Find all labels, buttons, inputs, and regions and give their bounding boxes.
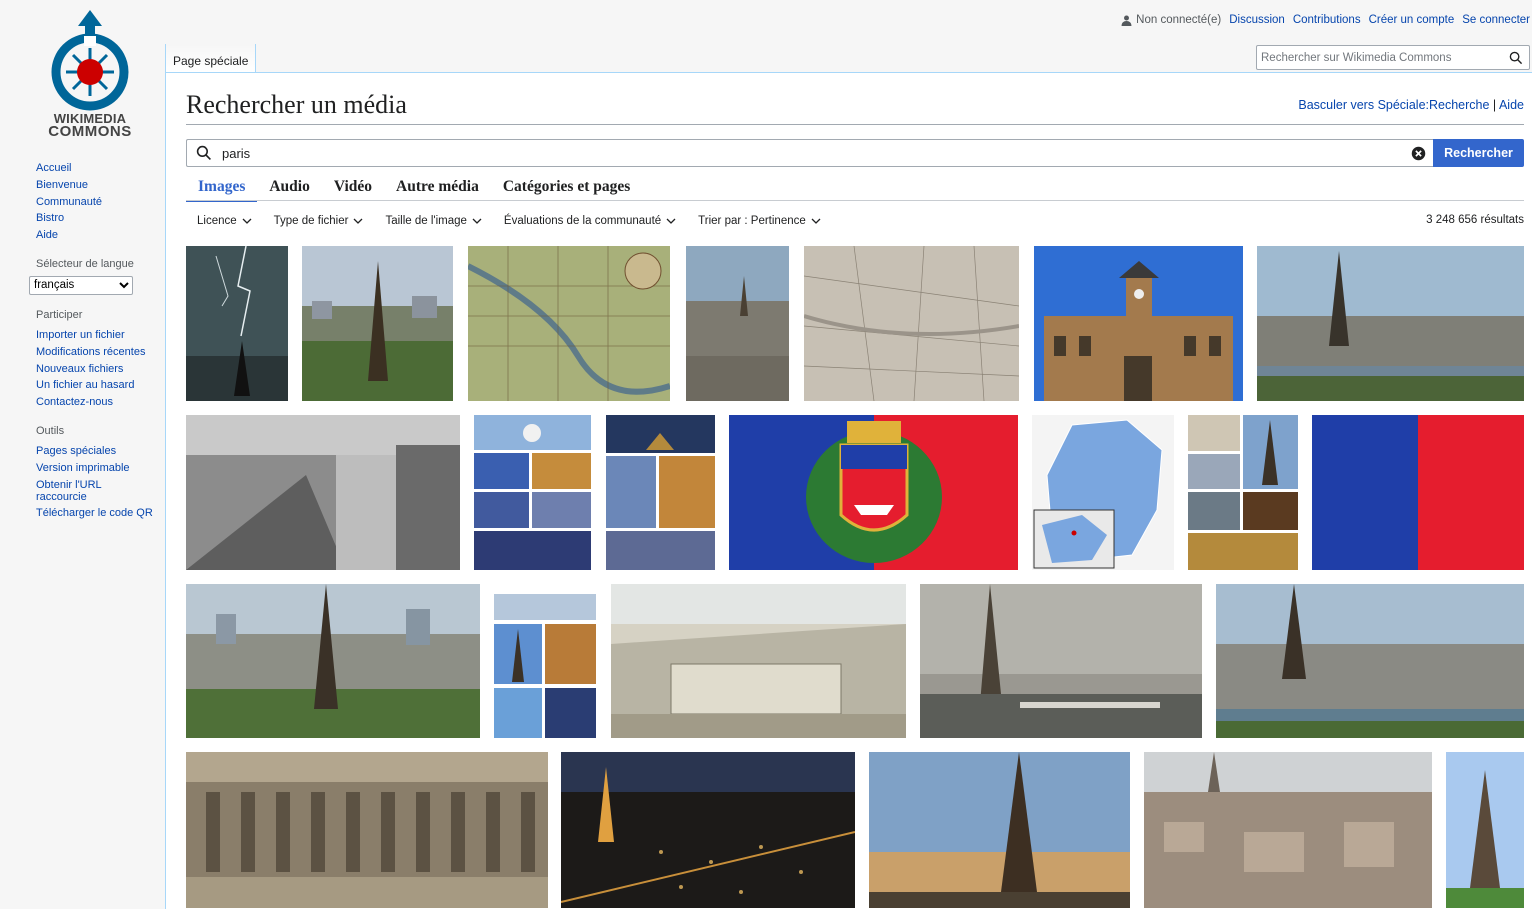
results-count: 3 248 656 résultats — [1426, 214, 1524, 226]
chevron-down-icon — [242, 218, 252, 224]
thumbnail-collage-sacre-coeur[interactable] — [474, 415, 591, 570]
sidebar-participate: Importer un fichier Modifications récent… — [36, 327, 165, 411]
thumbnail-old-street-bw[interactable] — [186, 415, 460, 570]
sidebar-item-qr-code[interactable]: Télécharger le code QR — [36, 505, 154, 522]
thumbnail-eiffel-panorama[interactable] — [1257, 246, 1524, 401]
filter-file-type[interactable]: Type de fichier — [263, 212, 375, 230]
sidebar-tools: Pages spéciales Version imprimable Obten… — [36, 443, 154, 521]
sidebar-item-upload[interactable]: Importer un fichier — [36, 327, 165, 344]
personal-tools: Non connecté(e) Discussion Contributions… — [1121, 13, 1530, 27]
thumbnail-eiffel-cloudy[interactable] — [920, 584, 1202, 738]
sidebar-item-recent-changes[interactable]: Modifications récentes — [36, 344, 165, 361]
commons-logo-icon — [51, 10, 129, 111]
chevron-down-icon — [666, 218, 676, 224]
language-select[interactable]: français — [29, 275, 133, 295]
thumbnail-lightning-eiffel[interactable] — [186, 246, 288, 401]
thumbnail-town-hall[interactable] — [1034, 246, 1243, 401]
search-button[interactable]: Rechercher — [1433, 139, 1524, 167]
logo-wordmark-line2: COMMONS — [48, 123, 132, 140]
sidebar-item-new-files[interactable]: Nouveaux fichiers — [36, 361, 165, 378]
header-search-input[interactable] — [1257, 50, 1509, 65]
filter-sort[interactable]: Trier par : Pertinence — [687, 212, 832, 230]
chevron-down-icon — [811, 218, 821, 224]
sidebar-navigation: Accueil Bienvenue Communauté Bistro Aide — [36, 160, 165, 244]
filter-image-size[interactable]: Taille de l'image — [374, 212, 492, 230]
tab-audio[interactable]: Audio — [257, 176, 322, 200]
thumbnail-collage-arc[interactable] — [1188, 415, 1298, 570]
filter-community-ratings[interactable]: Évaluations de la communauté — [493, 212, 687, 230]
user-status: Non connecté(e) — [1121, 14, 1221, 26]
not-logged-in-label: Non connecté(e) — [1136, 14, 1222, 26]
chevron-down-icon — [472, 218, 482, 224]
contributions-link[interactable]: Contributions — [1293, 14, 1361, 26]
filter-license[interactable]: Licence — [186, 212, 263, 230]
tab-other-media[interactable]: Autre média — [384, 176, 491, 200]
media-type-tabs: Images Audio Vidéo Autre média Catégorie… — [186, 176, 642, 202]
help-link[interactable]: Aide — [1499, 98, 1524, 112]
header-search — [1256, 45, 1530, 70]
media-search-input[interactable] — [220, 144, 1411, 162]
indicator-separator: | — [1489, 98, 1499, 112]
login-link[interactable]: Se connecter — [1462, 14, 1530, 26]
thumbnail-collage-skyline[interactable] — [494, 584, 596, 738]
sidebar-item-bistro[interactable]: Bistro — [36, 210, 165, 227]
search-filters: Licence Type de fichier Taille de l'imag… — [186, 212, 832, 230]
sidebar-item-communaute[interactable]: Communauté — [36, 194, 165, 211]
tools-heading: Outils — [36, 424, 65, 437]
thumbnail-flag-blue-red[interactable] — [1312, 415, 1524, 570]
thumbnail-flag-coat-of-arms[interactable] — [729, 415, 1018, 570]
sidebar-item-bienvenue[interactable]: Bienvenue — [36, 177, 165, 194]
user-icon — [1121, 15, 1132, 26]
thumbnail-paris-aerial[interactable] — [686, 246, 789, 401]
sidebar-item-aide[interactable]: Aide — [36, 227, 165, 244]
title-divider — [186, 124, 1524, 125]
search-icon[interactable] — [1509, 51, 1523, 65]
thumbnail-paris-night[interactable] — [561, 752, 855, 908]
sidebar-item-short-url[interactable]: Obtenir l'URL raccourcie — [36, 479, 154, 503]
chevron-down-icon — [353, 218, 363, 224]
thumbnail-paris-aerial-haze[interactable] — [1144, 752, 1432, 908]
page-title: Rechercher un média — [186, 90, 407, 119]
tab-special-page[interactable]: Page spéciale — [165, 44, 257, 72]
tab-images[interactable]: Images — [186, 176, 258, 202]
language-selector-heading: Sélecteur de langue — [36, 257, 134, 270]
participate-heading: Participer — [36, 308, 83, 321]
wikimedia-commons-logo[interactable]: WIKIMEDIA COMMONS — [40, 8, 140, 140]
thumbnail-eiffel-la-defense[interactable] — [186, 584, 480, 738]
thumbnail-eiffel-dusk[interactable] — [869, 752, 1130, 908]
tabs-divider — [186, 200, 1524, 201]
page-indicators: Basculer vers Spéciale:Recherche | Aide — [1298, 98, 1524, 112]
thumbnail-eiffel-aerial[interactable] — [302, 246, 453, 401]
thumbnail-collage-louvre[interactable] — [606, 415, 715, 570]
sidebar-item-accueil[interactable]: Accueil — [36, 160, 165, 177]
sidebar: Accueil Bienvenue Communauté Bistro Aide… — [0, 160, 165, 521]
switch-to-special-search-link[interactable]: Basculer vers Spéciale:Recherche — [1298, 98, 1489, 112]
thumbnail-old-map-gray[interactable] — [804, 246, 1019, 401]
media-search-bar — [186, 139, 1434, 167]
thumbnail-eiffel-blue-sky[interactable] — [1446, 752, 1524, 908]
thumbnail-notre-dame-statues[interactable] — [186, 752, 548, 908]
tab-video[interactable]: Vidéo — [322, 176, 384, 200]
sidebar-item-random-file[interactable]: Un fichier au hasard — [36, 377, 165, 394]
clear-icon[interactable] — [1411, 146, 1426, 161]
tab-categories-pages[interactable]: Catégories et pages — [491, 176, 642, 200]
thumbnail-old-map-color[interactable] — [468, 246, 670, 401]
thumbnail-france-map[interactable] — [1032, 415, 1174, 570]
sidebar-item-contact[interactable]: Contactez-nous — [36, 394, 165, 411]
thumbnail-eiffel-seine[interactable] — [1216, 584, 1524, 738]
sidebar-item-special-pages[interactable]: Pages spéciales — [36, 443, 154, 460]
create-account-link[interactable]: Créer un compte — [1369, 14, 1455, 26]
thumbnail-louvre-engraving[interactable] — [611, 584, 906, 738]
discussion-link[interactable]: Discussion — [1229, 14, 1285, 26]
sidebar-item-printable[interactable]: Version imprimable — [36, 460, 154, 477]
search-icon — [196, 145, 211, 160]
